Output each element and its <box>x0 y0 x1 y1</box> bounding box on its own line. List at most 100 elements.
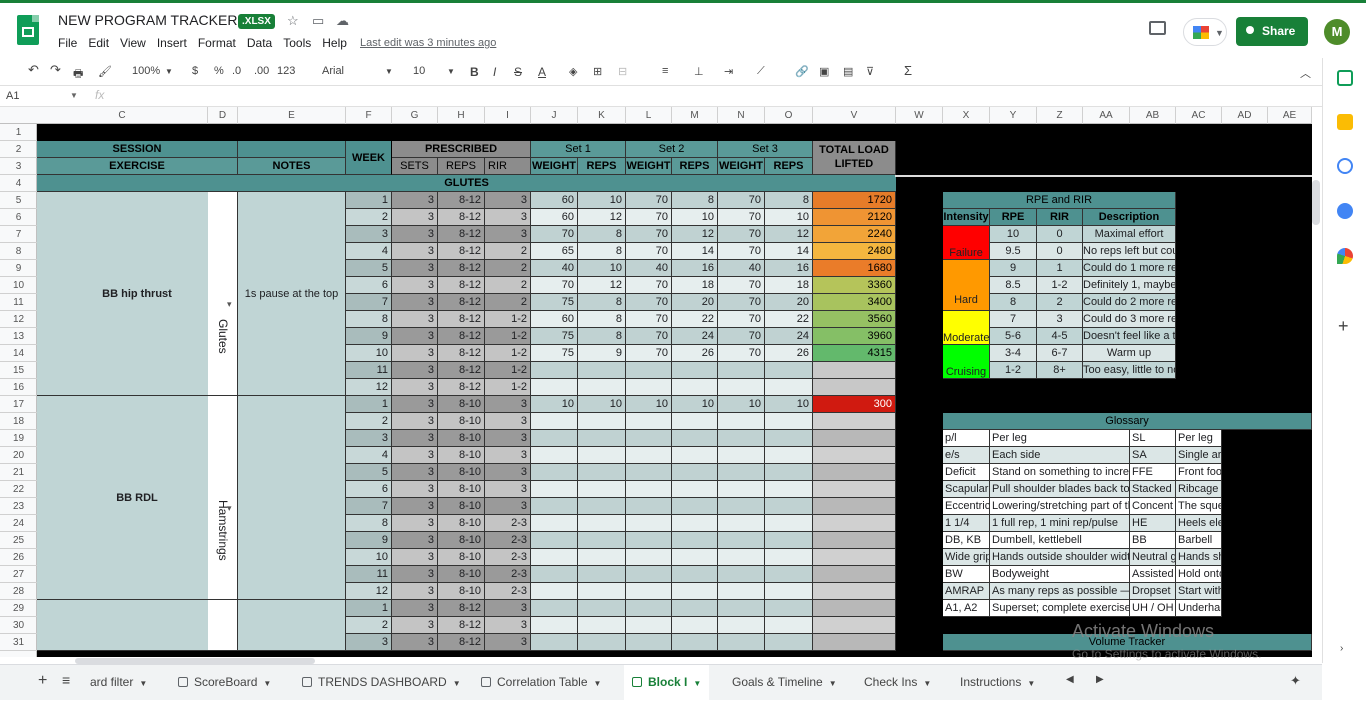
description-cell[interactable]: Doesn't feel like a true 'hard' set <box>1083 328 1176 345</box>
sets-cell[interactable]: 3 <box>392 294 438 311</box>
column-header[interactable]: C <box>37 107 208 124</box>
total-load-cell[interactable] <box>813 413 896 430</box>
set-cell[interactable]: 70 <box>718 294 765 311</box>
set-cell[interactable]: 10 <box>765 396 813 413</box>
glossary-def[interactable]: Hands outside shoulder width, knuckles f… <box>990 549 1130 566</box>
total-load-cell[interactable]: 3360 <box>813 277 896 294</box>
week-cell[interactable]: 5 <box>346 260 392 277</box>
set-cell[interactable]: 40 <box>718 260 765 277</box>
rir-cell[interactable]: 1-2 <box>485 379 531 396</box>
rpe-title[interactable]: RPE and RIR <box>943 192 1176 209</box>
set-cell[interactable] <box>578 379 626 396</box>
set-cell[interactable]: 8 <box>578 226 626 243</box>
total-load-cell[interactable] <box>813 447 896 464</box>
set-cell[interactable] <box>531 549 578 566</box>
glossary-term[interactable]: Stacked <box>1130 481 1176 498</box>
set-cell[interactable]: 14 <box>765 243 813 260</box>
align-horizontal-icon[interactable]: ≡ <box>662 65 668 77</box>
rpe-cell[interactable]: 9.5 <box>990 243 1037 260</box>
glossary-def[interactable]: Superset; complete exercises back to bac… <box>990 600 1130 617</box>
week-cell[interactable]: 8 <box>346 515 392 532</box>
set-cell[interactable] <box>672 430 718 447</box>
total-load-cell[interactable] <box>813 634 896 651</box>
row-header[interactable]: 1 <box>0 124 37 141</box>
set2-header[interactable]: Set 2 <box>626 141 718 158</box>
filter-icon[interactable]: ⊽ <box>866 65 874 78</box>
menu-data[interactable]: Data <box>247 36 272 50</box>
set-cell[interactable] <box>672 447 718 464</box>
glossary-def[interactable]: Ribcage <box>1176 481 1222 498</box>
row-header[interactable]: 4 <box>0 175 37 192</box>
reps-cell[interactable]: 8-10 <box>438 430 485 447</box>
set-cell[interactable]: 65 <box>531 243 578 260</box>
column-header[interactable]: F <box>346 107 392 124</box>
rpe-cell[interactable]: 5-6 <box>990 328 1037 345</box>
week-cell[interactable]: 3 <box>346 430 392 447</box>
total-load-cell[interactable] <box>813 617 896 634</box>
set-cell[interactable]: 12 <box>672 226 718 243</box>
glossary-def[interactable]: Heels ele <box>1176 515 1222 532</box>
set-cell[interactable] <box>672 481 718 498</box>
set-cell[interactable] <box>718 617 765 634</box>
set-cell[interactable]: 70 <box>718 328 765 345</box>
rir-cell[interactable]: 6-7 <box>1037 345 1083 362</box>
set-cell[interactable] <box>718 498 765 515</box>
week-cell[interactable]: 9 <box>346 328 392 345</box>
rir-cell[interactable]: 3 <box>485 481 531 498</box>
set-cell[interactable] <box>626 549 672 566</box>
set-cell[interactable] <box>626 464 672 481</box>
total-load-cell[interactable] <box>813 515 896 532</box>
set-cell[interactable] <box>531 600 578 617</box>
description-cell[interactable]: Too easy, little to no effort <box>1083 362 1176 379</box>
sets-cell[interactable]: 3 <box>392 345 438 362</box>
row-header[interactable]: 14 <box>0 345 37 362</box>
set-cell[interactable]: 10 <box>672 396 718 413</box>
column-header[interactable]: V <box>813 107 896 124</box>
row-header[interactable]: 3 <box>0 158 37 175</box>
set-cell[interactable]: 22 <box>765 311 813 328</box>
set-cell[interactable] <box>765 634 813 651</box>
set-cell[interactable] <box>578 583 626 600</box>
column-header[interactable]: X <box>943 107 990 124</box>
rir-cell[interactable]: 2-3 <box>485 566 531 583</box>
glossary-def[interactable]: Underha <box>1176 600 1222 617</box>
rpe-cell[interactable]: 9 <box>990 260 1037 277</box>
row-header[interactable]: 10 <box>0 277 37 294</box>
prescribed-header[interactable]: PRESCRIBED <box>392 141 531 158</box>
row-header[interactable]: 16 <box>0 379 37 396</box>
set-cell[interactable] <box>531 583 578 600</box>
row-header[interactable]: 30 <box>0 617 37 634</box>
borders-icon[interactable]: ⊞ <box>593 65 602 78</box>
sets-cell[interactable]: 3 <box>392 192 438 209</box>
rir-cell[interactable]: 1-2 <box>485 311 531 328</box>
row-header[interactable]: 15 <box>0 362 37 379</box>
undo-icon[interactable]: ↶ <box>28 62 39 78</box>
font-select[interactable]: Arial <box>322 65 344 77</box>
decrease-decimal-button[interactable]: .0 <box>232 65 241 77</box>
set-cell[interactable] <box>578 430 626 447</box>
total-load-cell[interactable] <box>813 566 896 583</box>
sets-cell[interactable]: 3 <box>392 532 438 549</box>
glossary-term[interactable]: e/s <box>943 447 990 464</box>
set-cell[interactable]: 75 <box>531 328 578 345</box>
set-cell[interactable]: 60 <box>531 209 578 226</box>
sets-cell[interactable]: 3 <box>392 566 438 583</box>
rir-cell[interactable]: 4-5 <box>1037 328 1083 345</box>
add-sheet-icon[interactable]: + <box>38 672 47 690</box>
rir-cell[interactable]: 2 <box>485 294 531 311</box>
set-cell[interactable]: 70 <box>626 311 672 328</box>
set-cell[interactable] <box>718 566 765 583</box>
week-cell[interactable]: 6 <box>346 481 392 498</box>
rir-cell[interactable]: 2 <box>1037 294 1083 311</box>
set-cell[interactable]: 24 <box>765 328 813 345</box>
exercise-note[interactable]: 1s pause at the top <box>238 192 346 396</box>
total-load-cell[interactable]: 3960 <box>813 328 896 345</box>
glossary-term[interactable]: 1 1/4 <box>943 515 990 532</box>
set-cell[interactable]: 70 <box>718 243 765 260</box>
set-cell[interactable] <box>578 532 626 549</box>
set-cell[interactable]: 14 <box>672 243 718 260</box>
row-header[interactable]: 6 <box>0 209 37 226</box>
tab-correlation-table[interactable]: Correlation Table ▼ <box>473 665 609 701</box>
set3-header[interactable]: Set 3 <box>718 141 813 158</box>
reps-cell[interactable]: 8-12 <box>438 634 485 651</box>
